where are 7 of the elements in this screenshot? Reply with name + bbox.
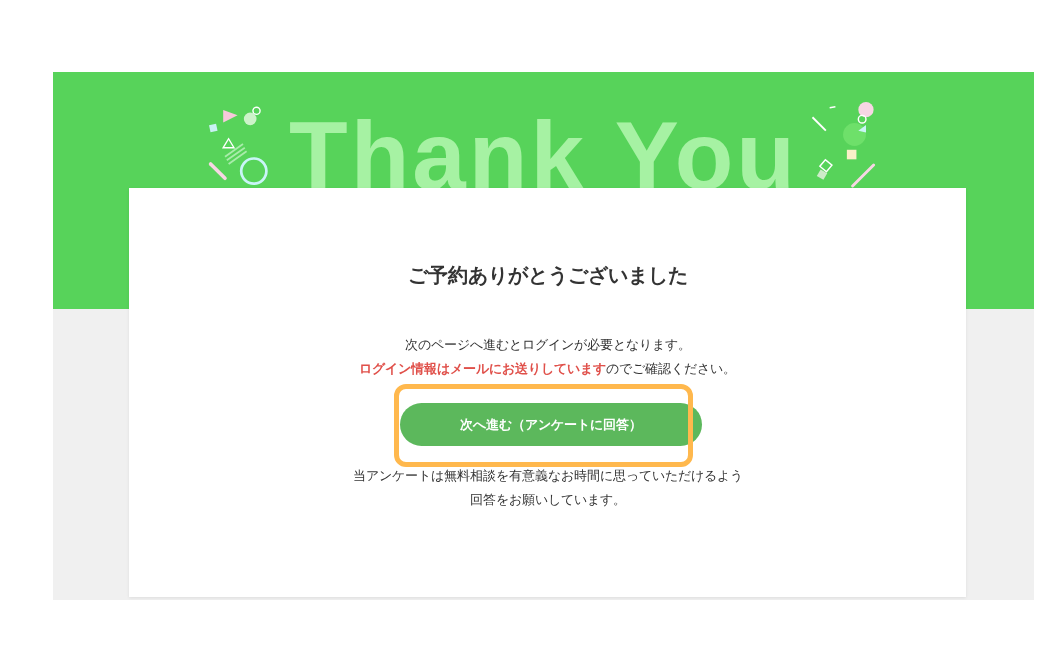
banner-heading: Thank You <box>289 108 798 204</box>
next-button[interactable]: 次へ進む（アンケートに回答） <box>399 403 702 446</box>
message-text: ログイン情報はメールにお送りしていますのでご確認ください。 <box>359 360 736 378</box>
message-text: 次のページへ進むとログインが必要となります。 <box>404 336 691 354</box>
note-text: 回答をお願いしています。 <box>469 491 626 509</box>
card-title: ご予約ありがとうございました <box>407 262 688 289</box>
note-text: 当アンケートは無料相談を有意義なお時間に思っていただけるよう <box>352 467 743 485</box>
